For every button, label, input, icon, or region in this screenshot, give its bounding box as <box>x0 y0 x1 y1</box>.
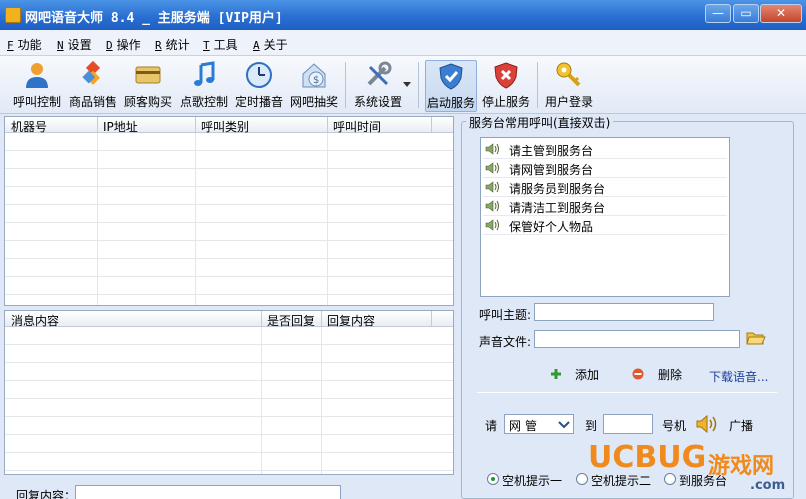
menu-statistics[interactable]: R 统计 <box>155 36 190 53</box>
speaker-icon <box>485 162 499 174</box>
folder-open-icon[interactable] <box>746 329 766 347</box>
column-divider <box>327 117 328 133</box>
reply-content-label: 回复内容： <box>16 489 77 499</box>
call-subject-label: 呼叫主题: <box>479 308 532 322</box>
speaker-icon <box>485 143 499 155</box>
column-divider <box>97 117 98 133</box>
radio-empty-tip-1[interactable] <box>487 473 499 485</box>
toolbar-separator <box>418 62 419 108</box>
delete-button[interactable]: 删除 <box>658 366 682 383</box>
tools-icon <box>367 61 392 86</box>
machine-number-input[interactable] <box>603 414 653 434</box>
goods-sales-button[interactable]: 商品销售 <box>66 60 120 112</box>
lottery-button[interactable]: $ 网吧抽奖 <box>287 60 341 112</box>
machine-call-grid[interactable]: 机器号 IP地址 呼叫类别 呼叫时间 <box>4 116 454 306</box>
grid-line <box>97 133 98 305</box>
start-service-button[interactable]: 启动服务 <box>425 60 477 112</box>
system-settings-button[interactable]: 系统设置 <box>350 60 406 112</box>
shield-check-icon <box>439 63 463 90</box>
title-bar: 网吧语音大师 8.4 _ 主服务端 [VIP用户] — ▭ ✕ <box>0 0 806 30</box>
grid-body <box>5 133 453 305</box>
group-title: 服务台常用呼叫(直接双击) <box>466 114 614 131</box>
svg-text:$: $ <box>313 75 319 86</box>
menu-settings[interactable]: N 设置 <box>57 36 92 53</box>
common-call-list[interactable]: 请主管到服务台 请网管到服务台 请服务员到服务台 请清洁工到服务台 保管好个人物… <box>480 137 730 297</box>
call-subject-input[interactable] <box>534 303 714 321</box>
menu-bar: F 功能 N 设置 D 操作 R 统计 T 工具 A 关于 <box>0 30 806 56</box>
message-grid[interactable]: 消息内容 是否回复 回复内容 <box>4 310 454 475</box>
machine-suffix-label: 号机 <box>662 419 687 433</box>
chevron-down-icon <box>558 421 570 429</box>
app-icon <box>5 7 21 23</box>
customer-purchase-button[interactable]: 顾客购买 <box>121 60 175 112</box>
grid-line <box>195 133 196 305</box>
shield-x-icon <box>494 62 518 89</box>
reply-content-input[interactable] <box>75 485 341 499</box>
column-divider <box>321 311 322 327</box>
window-title: 网吧语音大师 8.4 _ 主服务端 [VIP用户] <box>25 11 283 26</box>
broadcast-speaker-icon[interactable] <box>695 414 719 434</box>
minimize-button[interactable]: — <box>705 4 731 23</box>
settings-dropdown-arrow[interactable] <box>403 82 411 87</box>
grid-line <box>327 133 328 305</box>
clock-icon <box>246 62 272 88</box>
column-divider <box>431 117 432 133</box>
minus-icon[interactable] <box>632 368 644 380</box>
list-item[interactable]: 请主管到服务台 <box>483 140 727 158</box>
grid-header: 消息内容 是否回复 回复内容 <box>5 311 453 328</box>
plus-icon[interactable] <box>550 368 562 380</box>
grid-body <box>5 327 453 474</box>
money-house-icon: $ <box>302 63 326 88</box>
site-watermark: UCBUG 游戏网 .com <box>588 440 800 498</box>
user-icon <box>26 63 48 88</box>
radio-empty-tip-2[interactable] <box>576 473 588 485</box>
watermark-suffix: 游戏网 <box>708 454 775 479</box>
grid-line <box>261 327 262 474</box>
stop-service-button[interactable]: 停止服务 <box>480 60 532 112</box>
list-item[interactable]: 请清洁工到服务台 <box>483 197 727 215</box>
toolbar-separator <box>345 62 346 108</box>
list-item[interactable]: 请服务员到服务台 <box>483 178 727 196</box>
key-icon <box>556 62 581 87</box>
user-login-button[interactable]: 用户登录 <box>542 60 596 112</box>
menu-operation[interactable]: D 操作 <box>106 36 141 53</box>
column-divider <box>431 311 432 327</box>
list-item[interactable]: 请网管到服务台 <box>483 159 727 177</box>
radio-label: 空机提示一 <box>502 474 563 488</box>
music-note-icon <box>194 61 215 86</box>
watermark-brand: UCBUG <box>588 440 707 475</box>
call-control-button[interactable]: 呼叫控制 <box>10 60 64 112</box>
sound-file-input[interactable] <box>534 330 740 348</box>
sound-file-label: 声音文件: <box>479 335 532 349</box>
column-divider <box>195 117 196 133</box>
menu-about[interactable]: A 关于 <box>253 36 288 53</box>
card-icon <box>135 66 161 84</box>
list-item[interactable]: 保管好个人物品 <box>483 216 727 234</box>
grid-line <box>321 327 322 474</box>
song-control-button[interactable]: 点歌控制 <box>177 60 231 112</box>
broadcast-button[interactable]: 广播 <box>729 417 753 434</box>
menu-tools[interactable]: T 工具 <box>203 36 238 53</box>
to-label: 到 <box>585 419 598 433</box>
add-button[interactable]: 添加 <box>575 366 599 383</box>
divider <box>477 392 777 393</box>
timed-broadcast-button[interactable]: 定时播音 <box>232 60 286 112</box>
close-button[interactable]: ✕ <box>760 4 802 23</box>
download-voice-link[interactable]: 下载语音... <box>709 368 768 385</box>
menu-function[interactable]: F 功能 <box>7 36 42 53</box>
column-divider <box>261 311 262 327</box>
box-icon <box>82 60 101 85</box>
grid-header: 机器号 IP地址 呼叫类别 呼叫时间 <box>5 117 453 134</box>
speaker-icon <box>485 181 499 193</box>
speaker-icon <box>485 219 499 231</box>
role-select[interactable]: 网管 <box>504 414 574 434</box>
maximize-button[interactable]: ▭ <box>733 4 759 23</box>
toolbar-separator <box>537 62 538 108</box>
row-divider <box>483 234 727 235</box>
please-label: 请 <box>485 419 498 433</box>
watermark-domain: .com <box>750 478 786 493</box>
speaker-icon <box>485 200 499 212</box>
